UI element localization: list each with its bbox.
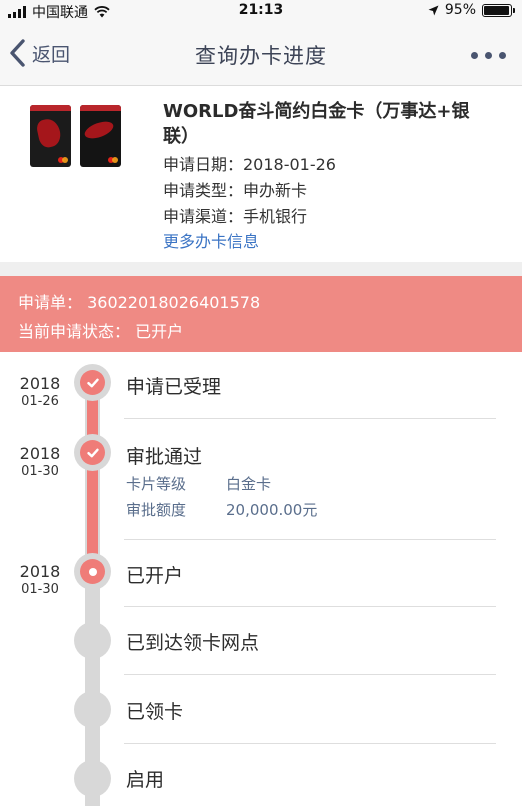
timeline-progress-track — [87, 372, 98, 572]
step-label: 已领卡 — [126, 701, 184, 723]
detail-key: 卡片等级 — [126, 475, 187, 493]
apply-channel: 申请渠道：手机银行 — [163, 207, 308, 226]
step-label: 已开户 — [126, 565, 184, 587]
mastercard-logo-icon — [58, 157, 68, 163]
step-separator — [124, 418, 496, 419]
step-label: 申请已受理 — [126, 376, 222, 398]
step-date: 2018 01-26 — [19, 374, 61, 409]
step-label: 已到达领卡网点 — [126, 632, 260, 654]
step-node-pending — [74, 691, 111, 728]
step-node-done — [74, 364, 111, 401]
step-label: 审批通过 — [126, 446, 203, 468]
application-number: 申请单： 36022018026401578 — [18, 293, 261, 312]
application-status-banner: 申请单： 36022018026401578 当前申请状态： 已开户 — [0, 276, 522, 352]
progress-timeline: 2018 01-26 申请已受理 2018 01-30 审批通过 卡片等级 白金卡 … — [0, 352, 522, 806]
battery-icon — [482, 3, 515, 17]
detail-key: 审批额度 — [126, 501, 187, 519]
application-status: 当前申请状态： 已开户 — [18, 322, 184, 341]
step-separator — [124, 539, 496, 540]
step-date: 2018 01-30 — [19, 444, 61, 479]
battery-percent: 95% — [444, 2, 476, 18]
step-label: 启用 — [126, 769, 165, 791]
detail-credit-limit: 审批额度 20,000.00元 — [126, 499, 317, 520]
step-node-pending — [74, 760, 111, 797]
step-node-current — [74, 553, 111, 590]
step-separator — [124, 743, 496, 744]
card-info-section: WORLD奋斗简约白金卡（万事达+银联） 申请日期：2018-01-26 申请类… — [0, 87, 522, 262]
card-name: WORLD奋斗简约白金卡（万事达+银联） — [163, 101, 470, 147]
check-icon — [86, 448, 99, 457]
current-dot-icon — [88, 567, 97, 576]
detail-value: 白金卡 — [226, 475, 272, 493]
navigation-bar: 返回 查询办卡进度 — [0, 22, 522, 86]
mastercard-logo-icon — [108, 157, 118, 163]
card-image-front — [30, 105, 71, 167]
status-bar: 中国联通 21:13 95% — [0, 0, 522, 22]
page-title: 查询办卡进度 — [195, 44, 327, 68]
step-separator — [124, 674, 496, 675]
apply-date: 申请日期：2018-01-26 — [163, 155, 336, 174]
step-date: 2018 01-30 — [19, 562, 61, 597]
card-images — [30, 105, 122, 167]
more-card-info-link[interactable]: 更多办卡信息 — [163, 228, 259, 252]
step-separator — [124, 606, 496, 607]
detail-value: 20,000.00元 — [226, 501, 318, 519]
section-divider — [0, 262, 522, 276]
more-dots-icon[interactable] — [471, 52, 506, 59]
status-right: 95% — [428, 2, 515, 18]
location-arrow-icon — [428, 5, 439, 15]
check-icon — [86, 378, 99, 387]
step-node-done — [74, 434, 111, 471]
detail-card-level: 卡片等级 白金卡 — [126, 473, 271, 494]
step-node-pending — [74, 622, 111, 659]
apply-type: 申请类型：申办新卡 — [163, 181, 308, 200]
card-image-back — [80, 105, 121, 167]
